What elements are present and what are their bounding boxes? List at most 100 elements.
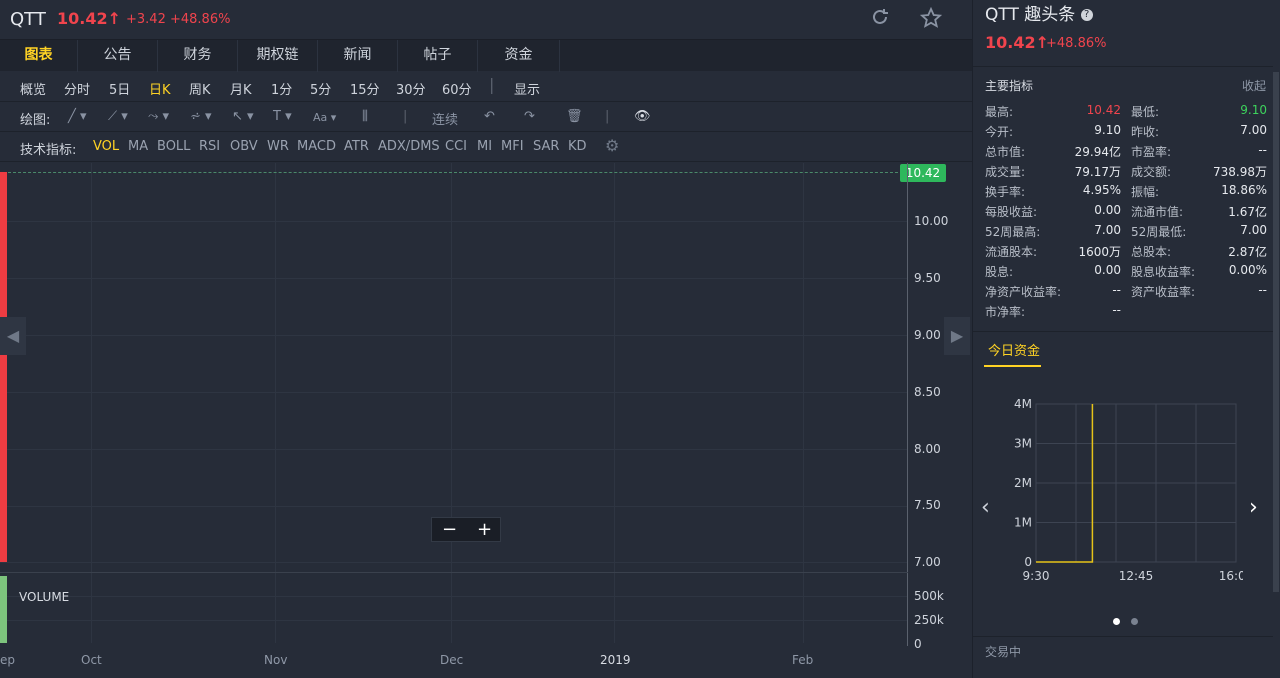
fund-flow-chart: 0 1M 2M 3M 4M 9:30 12:45 16:00 xyxy=(1014,397,1243,583)
volume-label: VOLUME xyxy=(19,590,70,604)
panel-price: 10.42↑ xyxy=(985,33,1050,52)
metric-label: 52周最低: xyxy=(1131,225,1187,239)
metric-value: 0.00% xyxy=(1228,263,1267,277)
channel-tool-icon[interactable]: ⤳ ▾ xyxy=(148,109,169,124)
chart-area: QTT 10.42↑ +3.42 +48.86% 图表 公告 财务 期权链 新闻… xyxy=(0,0,972,678)
metric-value: 79.17万 xyxy=(1074,165,1121,179)
refresh-icon[interactable] xyxy=(870,7,890,32)
vol-tick: 0 xyxy=(914,637,922,651)
period-5min[interactable]: 5分 xyxy=(310,79,331,98)
scroll-right-button[interactable]: ▶ xyxy=(944,317,970,355)
x-tick: Dec xyxy=(440,653,464,667)
period-monthly[interactable]: 月K xyxy=(230,79,252,98)
tab-announcements[interactable]: 公告 xyxy=(78,40,158,72)
metric-label: 总股本: xyxy=(1131,245,1172,259)
period-15min[interactable]: 15分 xyxy=(350,79,380,98)
metric-value: 1600万 xyxy=(1078,245,1121,259)
period-daily[interactable]: 日K xyxy=(149,79,171,98)
metric-label: 成交量: xyxy=(985,165,1026,179)
gridline xyxy=(614,163,615,643)
tab-news[interactable]: 新闻 xyxy=(318,40,398,72)
indicator-cci[interactable]: CCI xyxy=(445,139,467,154)
eye-icon[interactable]: 👁 xyxy=(634,109,651,124)
x-tick: Feb xyxy=(792,653,814,667)
gridline xyxy=(0,335,908,336)
candle-tool-icon[interactable]: ⫼ xyxy=(362,109,368,124)
symbol: QTT xyxy=(10,9,46,30)
settings-gear-icon[interactable]: ⚙ xyxy=(605,136,619,155)
period-intraday[interactable]: 分时 xyxy=(64,79,90,98)
gridline xyxy=(0,392,908,393)
scrollbar[interactable] xyxy=(1273,72,1279,592)
zoom-in-button[interactable]: + xyxy=(477,518,492,542)
undo-icon[interactable]: ↶ xyxy=(484,109,495,124)
line-tool-icon[interactable]: ╱ ▾ xyxy=(68,109,86,124)
indicator-kd[interactable]: KD xyxy=(568,139,587,154)
indicator-wr[interactable]: WR xyxy=(267,139,289,154)
indicator-obv[interactable]: OBV xyxy=(230,139,258,154)
arrow-tool-icon[interactable]: ↖ ▾ xyxy=(232,109,254,124)
metric-value: 18.86% xyxy=(1221,183,1267,197)
tab-options[interactable]: 期权链 xyxy=(238,40,318,72)
collapse-button[interactable]: 收起 xyxy=(1242,77,1266,94)
tab-posts[interactable]: 帖子 xyxy=(398,40,478,72)
redo-icon[interactable]: ↷ xyxy=(524,109,535,124)
x-tick: 16:00 xyxy=(1219,569,1243,583)
gridline xyxy=(451,163,452,643)
drawing-toolbar: 绘图: ╱ ▾ ⟋ ▾ ⤳ ▾ ⩫ ▾ ↖ ▾ T ▾ Aa ▾ ⫼ | 连续 … xyxy=(0,102,972,132)
quote-panel: QTT 趣头条 ? 10.42↑ +48.86% 主要指标 收起 最高: 10.4… xyxy=(972,0,1280,678)
page-dot-active[interactable] xyxy=(1113,618,1120,625)
tab-chart[interactable]: 图表 xyxy=(0,40,78,72)
indicator-sar[interactable]: SAR xyxy=(533,139,559,154)
indicator-rsi[interactable]: RSI xyxy=(199,139,220,154)
y-tick: 10.00 xyxy=(914,214,949,228)
font-tool-icon[interactable]: Aa ▾ xyxy=(313,111,336,124)
metric-value: 738.98万 xyxy=(1213,165,1267,179)
indicator-atr[interactable]: ATR xyxy=(344,139,369,154)
divider: | xyxy=(403,109,408,124)
indicator-mfi[interactable]: MFI xyxy=(501,139,524,154)
trading-status: 交易中 xyxy=(985,645,1022,659)
price-plot[interactable] xyxy=(0,163,908,571)
display-dropdown[interactable]: 显示 xyxy=(514,79,540,98)
scroll-left-button[interactable]: ◀ xyxy=(0,317,26,355)
period-1min[interactable]: 1分 xyxy=(271,79,292,98)
period-weekly[interactable]: 周K xyxy=(189,79,211,98)
metric-value: -- xyxy=(1112,303,1121,317)
gridline xyxy=(0,221,908,222)
indicator-macd[interactable]: MACD xyxy=(297,139,336,154)
text-tool-icon[interactable]: T ▾ xyxy=(273,109,292,124)
fibonacci-tool-icon[interactable]: ⩫ ▾ xyxy=(190,109,212,124)
indicator-adx[interactable]: ADX/DMS xyxy=(378,139,440,154)
y-tick: 3M xyxy=(1014,437,1032,451)
indicator-bar: 技术指标: VOL MA BOLL RSI OBV WR MACD ATR AD… xyxy=(0,132,972,162)
metric-label: 市盈率: xyxy=(1131,145,1172,159)
chevron-left-icon[interactable]: ‹ xyxy=(981,495,990,520)
period-60min[interactable]: 60分 xyxy=(442,79,472,98)
period-overview[interactable]: 概览 xyxy=(20,79,46,98)
zoom-out-button[interactable]: − xyxy=(442,518,457,542)
page-dot[interactable] xyxy=(1131,618,1138,625)
period-5day[interactable]: 5日 xyxy=(109,79,130,98)
x-tick: Nov xyxy=(264,653,288,667)
price: 10.42↑ xyxy=(57,9,122,28)
metric-label: 总市值: xyxy=(985,145,1026,159)
help-icon[interactable]: ? xyxy=(1080,9,1093,21)
tab-funds[interactable]: 资金 xyxy=(478,40,560,72)
metric-value: 4.95% xyxy=(1082,183,1121,197)
y-tick: 7.00 xyxy=(914,555,941,569)
tab-today-funds[interactable]: 今日资金 xyxy=(988,340,1040,359)
period-30min[interactable]: 30分 xyxy=(396,79,426,98)
indicator-mi[interactable]: MI xyxy=(477,139,492,154)
tab-bar: 图表 公告 财务 期权链 新闻 帖子 资金 xyxy=(0,39,972,72)
chevron-right-icon[interactable]: › xyxy=(1249,495,1258,520)
indicator-vol[interactable]: VOL xyxy=(93,139,119,154)
continuous-toggle[interactable]: 连续 xyxy=(432,109,458,128)
indicator-boll[interactable]: BOLL xyxy=(157,139,190,154)
y-tick: 4M xyxy=(1014,397,1032,411)
tab-financials[interactable]: 财务 xyxy=(158,40,238,72)
indicator-ma[interactable]: MA xyxy=(128,139,148,154)
star-icon[interactable] xyxy=(919,6,943,34)
trash-icon[interactable]: 🗑 xyxy=(566,109,583,124)
ray-tool-icon[interactable]: ⟋ ▾ xyxy=(108,109,128,124)
